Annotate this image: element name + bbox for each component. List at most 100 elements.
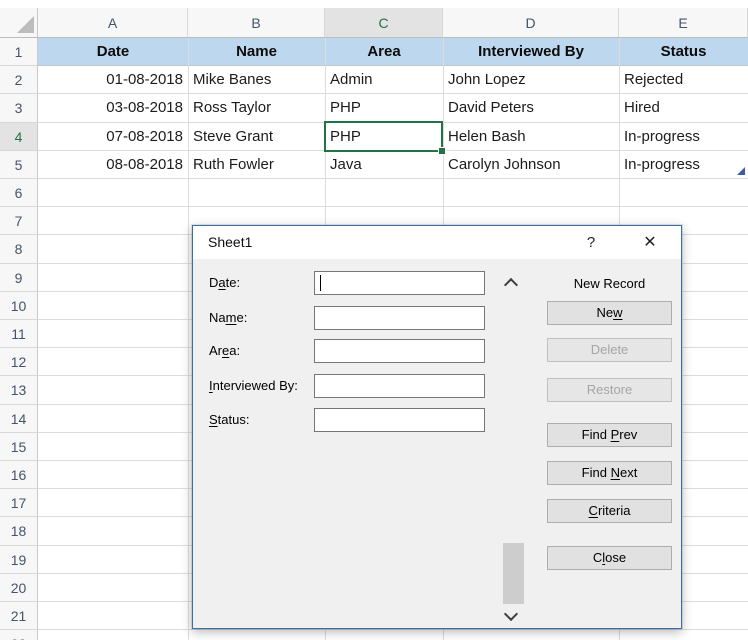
restore-button-label-pre: Restore (587, 382, 633, 397)
field-input-name[interactable] (314, 306, 485, 330)
cell-E2[interactable]: Rejected (619, 66, 748, 93)
column-header-B[interactable]: B (188, 8, 325, 38)
find-prev-button-label-pre: Find (582, 427, 611, 442)
field-input-interviewed-by[interactable] (314, 374, 485, 398)
row-header-4[interactable]: 4 (0, 123, 38, 151)
sheet-row-3[interactable]: 03-08-2018Ross TaylorPHPDavid PetersHire… (38, 94, 748, 122)
active-cell-border (324, 121, 443, 152)
field-input-area[interactable] (314, 339, 485, 363)
cell-B4[interactable]: Steve Grant (188, 123, 325, 150)
row-header-8[interactable]: 8 (0, 235, 38, 263)
dialog-titlebar: Sheet1 ? ✕ (193, 226, 681, 259)
row-header-1[interactable]: 1 (0, 38, 38, 66)
row-header-17[interactable]: 17 (0, 489, 38, 517)
sheet-row-22[interactable] (38, 630, 748, 640)
cell-D2[interactable]: John Lopez (443, 66, 619, 93)
cell-C3[interactable]: PHP (325, 94, 443, 121)
close-icon[interactable]: ✕ (631, 226, 669, 259)
cell-E5[interactable]: In-progress (619, 151, 748, 178)
column-header-D[interactable]: D (443, 8, 619, 38)
row-header-10[interactable]: 10 (0, 292, 38, 320)
cell-A5[interactable]: 08-08-2018 (38, 151, 188, 178)
cell-B3[interactable]: Ross Taylor (188, 94, 325, 121)
cell-A1[interactable]: Date (38, 38, 188, 65)
field-label-name-post: e: (236, 310, 247, 325)
find-next-button-label-accel: N (611, 465, 620, 480)
delete-button-label-pre: Delete (591, 342, 629, 357)
help-icon[interactable]: ? (572, 226, 610, 259)
cell-E4[interactable]: In-progress (619, 123, 748, 150)
select-all-icon (17, 16, 34, 33)
field-label-status-accel: S (209, 412, 218, 427)
find-prev-button-label-post: rev (619, 427, 637, 442)
row-header-22[interactable]: 22 (0, 630, 38, 640)
cell-D5[interactable]: Carolyn Johnson (443, 151, 619, 178)
delete-button: Delete (547, 338, 672, 362)
row-header-11[interactable]: 11 (0, 320, 38, 348)
sheet-row-2[interactable]: 01-08-2018Mike BanesAdminJohn LopezRejec… (38, 66, 748, 94)
criteria-button-label-accel: C (589, 503, 598, 518)
cell-C1[interactable]: Area (325, 38, 443, 65)
field-label-interviewed-by-post: nterviewed By: (213, 378, 298, 393)
row-header-15[interactable]: 15 (0, 433, 38, 461)
find-prev-button[interactable]: Find Prev (547, 423, 672, 447)
column-header-C[interactable]: C (325, 8, 443, 38)
cell-C5[interactable]: Java (325, 151, 443, 178)
find-next-button-label-post: ext (620, 465, 637, 480)
field-input-status[interactable] (314, 408, 485, 432)
column-header-E[interactable]: E (619, 8, 748, 38)
record-status: New Record (547, 276, 672, 291)
find-next-button[interactable]: Find Next (547, 461, 672, 485)
close-button-label-pre: C (593, 550, 602, 565)
cell-A4[interactable]: 07-08-2018 (38, 123, 188, 150)
cell-A2[interactable]: 01-08-2018 (38, 66, 188, 93)
field-label-date-pre: D (209, 275, 218, 290)
cell-D1[interactable]: Interviewed By (443, 38, 619, 65)
row-header-13[interactable]: 13 (0, 376, 38, 404)
row-header-6[interactable]: 6 (0, 179, 38, 207)
cell-E3[interactable]: Hired (619, 94, 748, 121)
column-header-A[interactable]: A (38, 8, 188, 38)
row-header-5[interactable]: 5 (0, 151, 38, 179)
row-header-3[interactable]: 3 (0, 94, 38, 122)
gridline-vertical (188, 38, 189, 640)
sheet-row-6[interactable] (38, 179, 748, 207)
cell-D3[interactable]: David Peters (443, 94, 619, 121)
cell-B2[interactable]: Mike Banes (188, 66, 325, 93)
criteria-button[interactable]: Criteria (547, 499, 672, 523)
cell-B1[interactable]: Name (188, 38, 325, 65)
field-label-interviewed-by: Interviewed By: (209, 374, 298, 398)
row-header-18[interactable]: 18 (0, 517, 38, 545)
field-label-name: Name: (209, 306, 247, 330)
close-button[interactable]: Close (547, 546, 672, 570)
row-header-20[interactable]: 20 (0, 574, 38, 602)
scrollbar-thumb[interactable] (503, 543, 524, 604)
field-label-name-pre: Na (209, 310, 226, 325)
select-all-button[interactable] (0, 8, 38, 38)
new-button[interactable]: New (547, 301, 672, 325)
row-header-19[interactable]: 19 (0, 546, 38, 574)
cell-A3[interactable]: 03-08-2018 (38, 94, 188, 121)
row-header-12[interactable]: 12 (0, 348, 38, 376)
fill-handle[interactable] (438, 147, 446, 155)
chevron-up-icon[interactable] (504, 278, 518, 292)
cell-E1[interactable]: Status (619, 38, 748, 65)
criteria-button-label-post: riteria (598, 503, 631, 518)
row-header-14[interactable]: 14 (0, 405, 38, 433)
sheet-row-5[interactable]: 08-08-2018Ruth FowlerJavaCarolyn Johnson… (38, 151, 748, 179)
field-input-date[interactable] (314, 271, 485, 295)
field-label-date-post: te: (226, 275, 240, 290)
row-header-7[interactable]: 7 (0, 207, 38, 235)
sheet-row-1[interactable]: DateNameAreaInterviewed ByStatus (38, 38, 748, 66)
field-label-name-accel: m (226, 310, 237, 325)
row-header-21[interactable]: 21 (0, 602, 38, 630)
cell-D4[interactable]: Helen Bash (443, 123, 619, 150)
row-header-9[interactable]: 9 (0, 264, 38, 292)
field-label-date: Date: (209, 271, 240, 295)
chevron-down-icon[interactable] (504, 607, 518, 621)
cell-B5[interactable]: Ruth Fowler (188, 151, 325, 178)
row-header-2[interactable]: 2 (0, 66, 38, 94)
row-header-16[interactable]: 16 (0, 461, 38, 489)
cell-C2[interactable]: Admin (325, 66, 443, 93)
find-prev-button-label-accel: P (611, 427, 620, 442)
